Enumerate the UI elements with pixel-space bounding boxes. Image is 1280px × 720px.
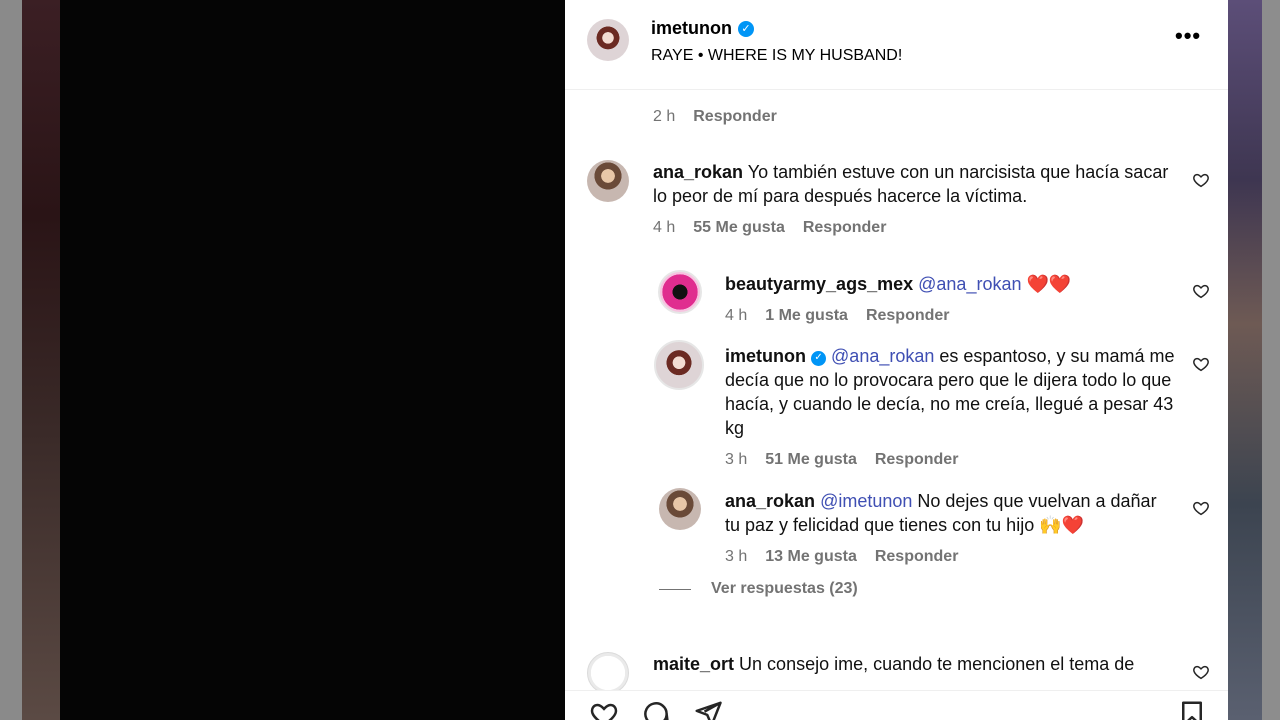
avatar[interactable] bbox=[654, 340, 704, 390]
comment-username[interactable]: ana_rokan bbox=[653, 162, 743, 182]
comment-username[interactable]: beautyarmy_ags_mex bbox=[725, 274, 913, 294]
comment-meta: 4 h 55 Me gusta Responder bbox=[653, 219, 886, 237]
heart-icon[interactable] bbox=[1192, 499, 1210, 517]
reply-button[interactable]: Responder bbox=[866, 307, 950, 325]
reply-button[interactable]: Responder bbox=[875, 451, 959, 469]
likes-count[interactable]: 55 Me gusta bbox=[693, 219, 785, 237]
comment-username[interactable]: maite_ort bbox=[653, 654, 734, 674]
likes-count[interactable]: 13 Me gusta bbox=[765, 548, 857, 566]
comment-meta: 3 h 51 Me gusta Responder bbox=[725, 451, 958, 469]
comment-time: 3 h bbox=[725, 451, 748, 468]
comment-time: 3 h bbox=[725, 548, 748, 565]
heart-icon[interactable] bbox=[1192, 171, 1210, 189]
avatar[interactable] bbox=[658, 270, 702, 314]
comment-body: maite_ort Un consejo ime, cuando te menc… bbox=[653, 652, 1173, 676]
heart-icon[interactable] bbox=[1192, 663, 1210, 681]
heart-icon[interactable] bbox=[587, 699, 621, 720]
view-replies-label: Ver respuestas (23) bbox=[711, 580, 858, 597]
comment-time: 2 h bbox=[653, 108, 676, 125]
mention-link[interactable]: @imetunon bbox=[820, 491, 912, 511]
header-username-row: imetunon ✓ bbox=[651, 18, 754, 39]
likes-count[interactable]: 51 Me gusta bbox=[765, 451, 857, 469]
post-header: imetunon ✓ RAYE • WHERE IS MY HUSBAND! •… bbox=[565, 0, 1228, 90]
background-edge-right bbox=[1262, 0, 1280, 720]
avatar[interactable] bbox=[659, 488, 701, 530]
comment-time: 4 h bbox=[725, 307, 748, 324]
bookmark-icon[interactable] bbox=[1177, 699, 1207, 720]
reply-body: ana_rokan @imetunon No dejes que vuelvan… bbox=[725, 489, 1175, 537]
comment-icon[interactable] bbox=[639, 699, 673, 720]
comment-time: 4 h bbox=[653, 219, 676, 236]
reply-button[interactable]: Responder bbox=[803, 219, 887, 237]
verified-badge-icon: ✓ bbox=[811, 350, 827, 366]
comments-panel: imetunon ✓ RAYE • WHERE IS MY HUSBAND! •… bbox=[565, 0, 1228, 720]
avatar[interactable] bbox=[587, 652, 629, 694]
divider-line bbox=[659, 588, 691, 590]
reply-button[interactable]: Responder bbox=[693, 108, 777, 126]
comment-username[interactable]: imetunon bbox=[725, 346, 806, 366]
share-icon[interactable] bbox=[691, 699, 725, 720]
mention-link[interactable]: @ana_rokan bbox=[831, 346, 934, 366]
more-options-icon[interactable]: ••• bbox=[1175, 25, 1201, 47]
mention-link[interactable]: @ana_rokan bbox=[918, 274, 1021, 294]
comment-body: ana_rokan Yo también estuve con un narci… bbox=[653, 160, 1173, 208]
likes-count[interactable]: 1 Me gusta bbox=[765, 307, 848, 325]
comment-text: Un consejo ime, cuando te mencionen el t… bbox=[739, 654, 1135, 674]
audio-subtitle[interactable]: RAYE • WHERE IS MY HUSBAND! bbox=[651, 47, 902, 65]
heart-icon[interactable] bbox=[1192, 282, 1210, 300]
post-media[interactable] bbox=[60, 0, 565, 720]
view-replies-button[interactable]: Ver respuestas (23) bbox=[659, 580, 858, 598]
verified-badge-icon: ✓ bbox=[738, 20, 754, 37]
reply-body: imetunon ✓ @ana_rokan es espantoso, y su… bbox=[725, 344, 1175, 440]
comment-username[interactable]: ana_rokan bbox=[725, 491, 815, 511]
avatar[interactable] bbox=[587, 19, 629, 61]
comment-text: ❤️❤️ bbox=[1021, 274, 1072, 294]
reply-body: beautyarmy_ags_mex @ana_rokan ❤️❤️ bbox=[725, 272, 1175, 296]
header-username[interactable]: imetunon bbox=[651, 18, 732, 39]
heart-icon[interactable] bbox=[1192, 355, 1210, 373]
post-actions-bar bbox=[565, 690, 1228, 720]
background-edge-left bbox=[0, 0, 22, 720]
comment-meta: 2 h Responder bbox=[653, 108, 777, 126]
comment-meta: 3 h 13 Me gusta Responder bbox=[725, 548, 958, 566]
reply-button[interactable]: Responder bbox=[875, 548, 959, 566]
comment-meta: 4 h 1 Me gusta Responder bbox=[725, 307, 950, 325]
avatar[interactable] bbox=[587, 160, 629, 202]
